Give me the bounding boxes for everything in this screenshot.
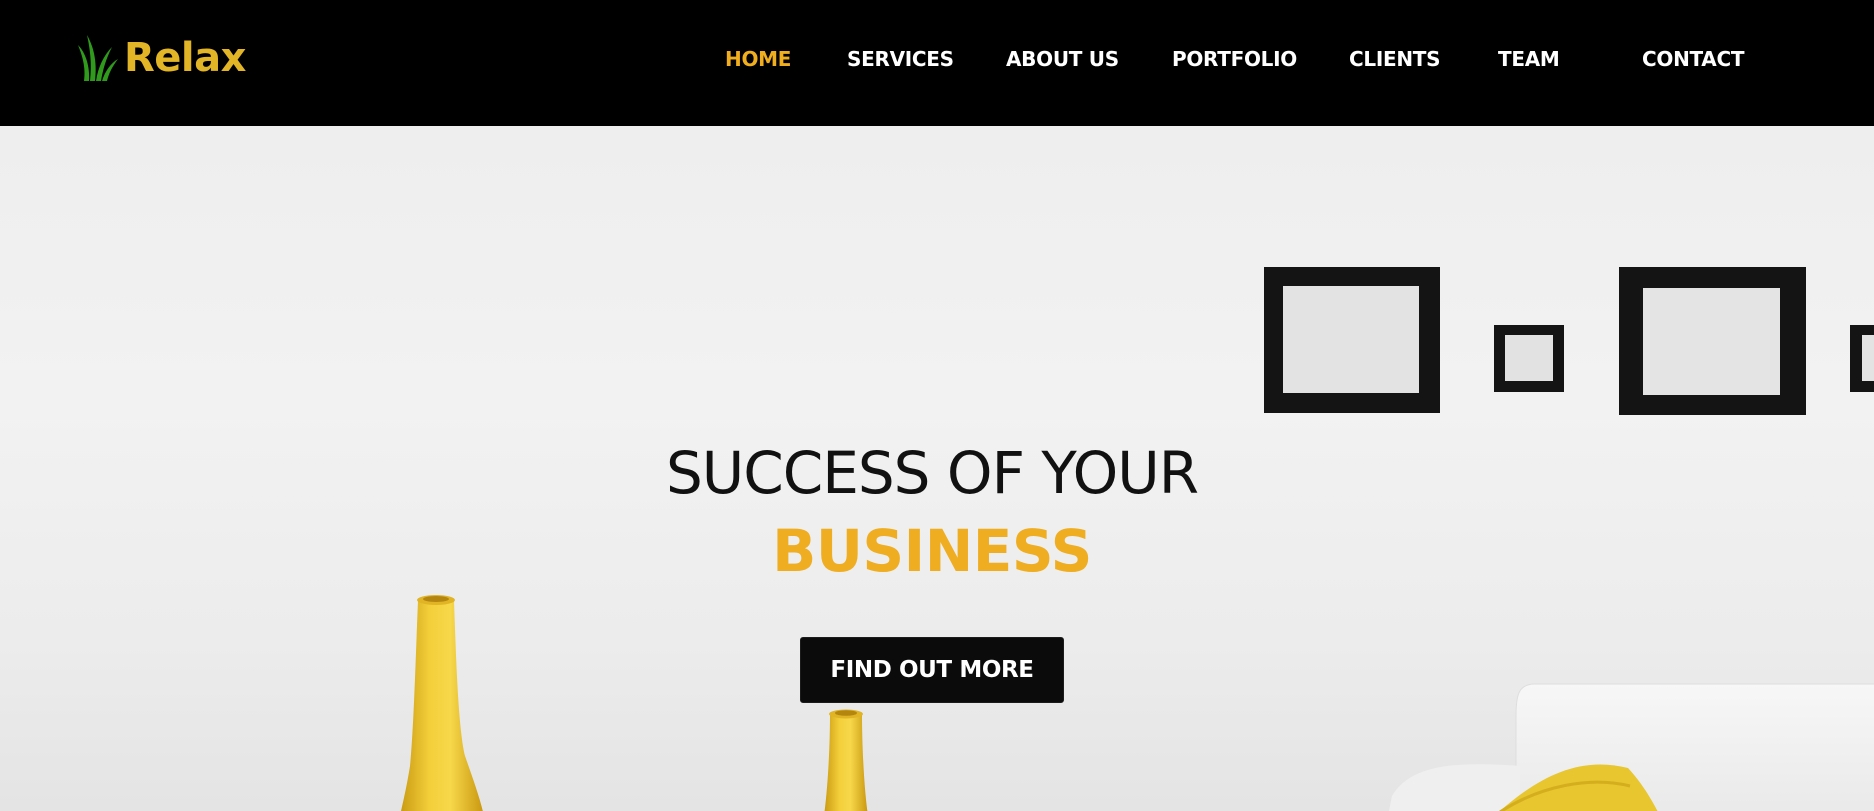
yellow-vase-short [824,709,868,811]
hero-section: SUCCESS OF YOUR BUSINESS FIND OUT MORE [0,126,1874,811]
nav-home[interactable]: HOME [725,47,791,71]
wall-frame-partial [1850,325,1874,392]
hero-title-line2: BUSINESS [772,517,1092,585]
grass-leaf-icon [78,35,118,81]
find-out-more-button[interactable]: FIND OUT MORE [800,637,1064,703]
yellow-vase-tall [401,595,483,811]
wall-frame-large-1 [1264,267,1440,413]
hero-title-line1: SUCCESS OF YOUR [665,439,1199,507]
nav-services[interactable]: SERVICES [847,47,954,71]
brand-logo[interactable]: Relax [78,30,246,86]
wall-frame-large-2 [1619,267,1806,415]
nav-contact[interactable]: CONTACT [1642,47,1745,71]
brand-name: Relax [124,35,246,81]
white-sofa [1389,683,1874,811]
nav-about-us[interactable]: ABOUT US [1006,47,1119,71]
nav-clients[interactable]: CLIENTS [1349,47,1441,71]
top-navbar: Relax HOME SERVICES ABOUT US PORTFOLIO C… [0,0,1874,126]
wall-frame-small [1494,325,1564,392]
nav-team[interactable]: TEAM [1498,47,1560,71]
nav-portfolio[interactable]: PORTFOLIO [1172,47,1297,71]
